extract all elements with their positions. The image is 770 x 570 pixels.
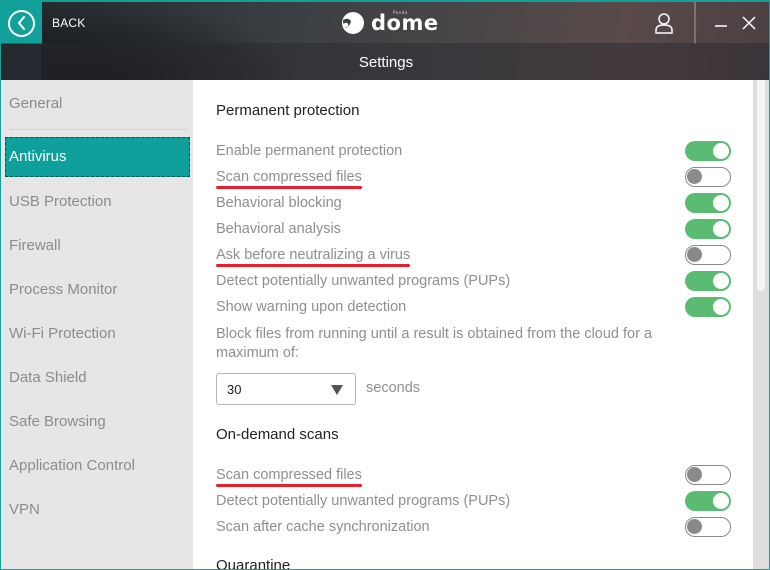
block-timeout-unit: seconds (366, 380, 421, 396)
dropdown-arrow-icon (331, 385, 343, 395)
option-label-text: Scan compressed files (216, 467, 362, 483)
option-label: Scan compressed files (216, 169, 362, 189)
option-label: Show warning upon detection (216, 299, 406, 315)
sidebar-item-firewall[interactable]: Firewall (5, 226, 190, 266)
sidebar: General Antivirus USB Protection Firewal… (1, 80, 193, 569)
option-label: Detect potentially unwanted programs (PU… (216, 493, 510, 509)
block-timeout-value: 30 (227, 382, 242, 397)
option-label: Ask before neutralizing a virus (216, 247, 411, 267)
section-title-on-demand-scans: On-demand scans (216, 426, 339, 443)
option-label-text: Scan compressed files (216, 169, 362, 185)
option-label-text: Behavioral blocking (216, 195, 342, 211)
header: BACK dome Panda Settings (1, 1, 769, 80)
page-title-bar: Settings (1, 43, 769, 80)
section-title-permanent-protection: Permanent protection (216, 102, 360, 119)
option-label-text: Scan after cache synchronization (216, 519, 430, 535)
block-timeout-select[interactable]: 30 (216, 373, 356, 405)
page-title: Settings (358, 54, 414, 71)
toggle-knob (713, 273, 729, 289)
toggle-knob (713, 143, 729, 159)
sidebar-item-data-shield[interactable]: Data Shield (5, 358, 190, 398)
sidebar-item-antivirus[interactable]: Antivirus (5, 137, 190, 177)
section-title-quarantine: Quarantine (216, 557, 291, 570)
option-toggle[interactable] (685, 297, 731, 317)
option-label: Scan compressed files (216, 467, 362, 487)
toggle-knob (687, 247, 702, 262)
block-files-description: Block files from running until a result … (216, 326, 653, 361)
option-label: Enable permanent protection (216, 143, 402, 159)
sidebar-item-general[interactable]: General (5, 84, 190, 124)
option-label-text: Behavioral analysis (216, 221, 341, 237)
minimize-icon[interactable] (713, 14, 729, 32)
settings-content: Permanent protection Enable permanent pr… (193, 80, 753, 570)
option-label: Detect potentially unwanted programs (PU… (216, 273, 510, 289)
option-toggle[interactable] (685, 517, 731, 537)
scrollbar[interactable] (753, 80, 769, 569)
option-toggle[interactable] (685, 271, 731, 291)
toggle-knob (687, 519, 702, 534)
sidebar-item-wifi-protection[interactable]: Wi-Fi Protection (5, 314, 190, 354)
option-toggle[interactable] (685, 193, 731, 213)
option-toggle[interactable] (685, 167, 731, 187)
back-button[interactable] (1, 2, 42, 44)
option-label: Scan after cache synchronization (216, 519, 430, 535)
panda-logo-icon (342, 12, 364, 34)
option-toggle[interactable] (685, 141, 731, 161)
scrollbar-thumb[interactable] (757, 80, 765, 291)
logo: dome Panda (341, 10, 439, 36)
option-label: Behavioral blocking (216, 195, 342, 211)
option-toggle[interactable] (685, 245, 731, 265)
close-icon[interactable] (740, 14, 758, 32)
option-toggle[interactable] (685, 219, 731, 239)
option-toggle[interactable] (685, 465, 731, 485)
toggle-knob (713, 299, 729, 315)
sidebar-item-vpn[interactable]: VPN (5, 490, 190, 530)
option-label-text: Ask before neutralizing a virus (216, 247, 411, 263)
option-label-text: Enable permanent protection (216, 143, 403, 159)
title-bar-divider (694, 2, 696, 44)
sidebar-divider (9, 129, 187, 130)
option-label-text: Detect potentially unwanted programs (PU… (216, 273, 511, 289)
toggle-knob (687, 169, 702, 184)
toggle-knob (713, 221, 729, 237)
app-window: BACK dome Panda Settings General Antivir… (0, 0, 770, 570)
chevron-left-icon (8, 9, 35, 37)
toggle-knob (713, 195, 729, 211)
toggle-knob (687, 467, 702, 482)
user-icon[interactable] (653, 12, 675, 34)
highlight-underline (216, 264, 411, 267)
title-bar: BACK dome Panda (1, 1, 769, 44)
back-label[interactable]: BACK (52, 16, 85, 30)
sidebar-item-usb-protection[interactable]: USB Protection (5, 182, 190, 222)
highlight-underline (216, 186, 362, 189)
option-toggle[interactable] (685, 491, 731, 511)
option-label-text: Show warning upon detection (216, 299, 407, 315)
option-label: Behavioral analysis (216, 221, 341, 237)
highlight-underline (216, 484, 362, 487)
option-label-text: Detect potentially unwanted programs (PU… (216, 493, 511, 509)
sidebar-item-application-control[interactable]: Application Control (5, 446, 190, 486)
sidebar-item-safe-browsing[interactable]: Safe Browsing (5, 402, 190, 442)
sidebar-item-process-monitor[interactable]: Process Monitor (5, 270, 190, 310)
toggle-knob (713, 493, 729, 509)
logo-brand: Panda (393, 10, 408, 15)
